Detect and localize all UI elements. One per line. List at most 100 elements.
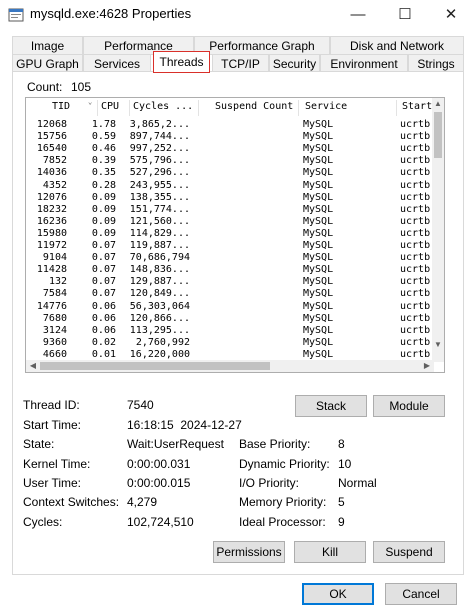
cpu-cell: 0.39 [91, 155, 116, 167]
scroll-up-icon[interactable]: ▲ [432, 99, 444, 108]
column-separator[interactable] [198, 100, 199, 116]
tid-cell: 14776 [36, 300, 67, 312]
stack-button[interactable]: Stack [295, 395, 367, 417]
table-row[interactable]: 9104 0.07 70,686,794 MySQL ucrtb [26, 252, 434, 264]
context-switches-label: Context Switches: [23, 495, 120, 509]
column-header-cycles[interactable]: Cycles ... [133, 101, 193, 112]
tid-cell: 132 [48, 276, 67, 288]
kernel-time-label: Kernel Time: [23, 457, 91, 471]
user-time-label: User Time: [23, 476, 82, 490]
start-cell: ucrtb [400, 167, 431, 179]
column-header-start[interactable]: Start [402, 101, 432, 112]
start-cell: ucrtb [400, 143, 431, 155]
tid-cell: 15980 [36, 227, 67, 239]
cycles-cell: 148,836... [129, 264, 190, 276]
vertical-scrollbar[interactable]: ▲ ▼ [432, 98, 444, 362]
table-row[interactable]: 16540 0.46 997,252... MySQL ucrtb [26, 143, 434, 155]
service-cell: MySQL [303, 312, 334, 324]
table-row[interactable]: 11972 0.07 119,887... MySQL ucrtb [26, 240, 434, 252]
column-header-service[interactable]: Service [305, 101, 347, 112]
table-row[interactable]: 12068 1.78 3,865,2... MySQL ucrtb [26, 119, 434, 131]
vertical-scroll-thumb[interactable] [434, 112, 442, 158]
column-separator[interactable] [97, 100, 98, 116]
suspend-button[interactable]: Suspend [373, 541, 445, 563]
service-cell: MySQL [303, 324, 334, 336]
cancel-button[interactable]: Cancel [385, 583, 457, 605]
table-row[interactable]: 3124 0.06 113,295... MySQL ucrtb [26, 325, 434, 337]
column-header-suspend-count[interactable]: Suspend Count [215, 101, 293, 112]
permissions-button[interactable]: Permissions [213, 541, 285, 563]
table-row[interactable]: 11428 0.07 148,836... MySQL ucrtb [26, 264, 434, 276]
cycles-cell: 120,866... [129, 312, 190, 324]
scroll-down-icon[interactable]: ▼ [432, 340, 444, 349]
tab-threads[interactable]: Threads [153, 51, 210, 73]
cycles-cell: 129,887... [129, 276, 190, 288]
cycles-cell: 120,849... [129, 288, 190, 300]
horizontal-scroll-thumb[interactable] [40, 362, 270, 370]
column-separator[interactable] [129, 100, 130, 116]
column-separator[interactable] [298, 100, 299, 116]
tid-cell: 9360 [42, 336, 67, 348]
start-cell: ucrtb [400, 191, 431, 203]
service-cell: MySQL [303, 191, 334, 203]
cycles-cell: 575,796... [129, 155, 190, 167]
table-row[interactable]: 9360 0.02 2,760,992 MySQL ucrtb [26, 337, 434, 349]
cycles-cell: 121,560... [129, 215, 190, 227]
service-cell: MySQL [303, 143, 334, 155]
threads-list-header: TID ⌄ CPU Cycles ... Suspend Count Servi… [26, 98, 434, 118]
tid-cell: 12068 [36, 119, 67, 130]
close-window-button[interactable]: ✕ [428, 0, 474, 30]
scroll-right-icon[interactable]: ▶ [421, 361, 433, 370]
start-cell: ucrtb [400, 131, 431, 143]
table-row[interactable]: 132 0.07 129,887... MySQL ucrtb [26, 276, 434, 288]
tab-disk-and-network[interactable]: Disk and Network [330, 36, 464, 55]
cycles-value: 102,724,510 [127, 515, 194, 529]
service-cell: MySQL [303, 240, 334, 251]
table-row[interactable]: 15980 0.09 114,829... MySQL ucrtb [26, 228, 434, 240]
column-header-cpu[interactable]: CPU [101, 101, 119, 112]
kill-button[interactable]: Kill [294, 541, 366, 563]
tid-cell: 4352 [42, 179, 67, 191]
minimize-button[interactable]: — [335, 0, 381, 30]
table-row[interactable]: 14036 0.35 527,296... MySQL ucrtb [26, 167, 434, 179]
user-time-value: 0:00:00.015 [127, 476, 191, 490]
module-button[interactable]: Module [373, 395, 445, 417]
table-row[interactable]: 16236 0.09 121,560... MySQL ucrtb [26, 216, 434, 228]
table-row[interactable]: 7584 0.07 120,849... MySQL ucrtb [26, 288, 434, 300]
cycles-cell: 56,303,064 [129, 300, 190, 312]
start-cell: ucrtb [400, 227, 431, 239]
table-row[interactable]: 15756 0.59 897,744... MySQL ucrtb [26, 131, 434, 143]
ok-button[interactable]: OK [302, 583, 374, 605]
threads-list-body: 12068 1.78 3,865,2... MySQL ucrtb 15756 0.59 89… [26, 119, 434, 361]
threads-list[interactable]: TID ⌄ CPU Cycles ... Suspend Count Servi… [25, 97, 445, 373]
column-separator[interactable] [396, 100, 397, 116]
maximize-button[interactable]: ☐ [382, 0, 428, 30]
start-cell: ucrtb [400, 276, 431, 288]
tab-image[interactable]: Image [12, 36, 83, 55]
app-icon [8, 7, 24, 23]
service-cell: MySQL [303, 119, 334, 130]
cycles-cell: 114,829... [129, 227, 190, 239]
service-cell: MySQL [303, 179, 334, 191]
maximize-icon: ☐ [398, 6, 412, 23]
cpu-cell: 0.06 [91, 300, 116, 312]
thread-id-label: Thread ID: [23, 398, 80, 412]
horizontal-scrollbar[interactable]: ◀ ▶ [26, 360, 434, 372]
state-label: State: [23, 437, 55, 451]
table-row[interactable]: 7852 0.39 575,796... MySQL ucrtb [26, 155, 434, 167]
cpu-cell: 0.09 [91, 191, 116, 203]
column-header-tid[interactable]: TID [52, 101, 70, 112]
table-row[interactable]: 18232 0.09 151,774... MySQL ucrtb [26, 204, 434, 216]
start-cell: ucrtb [400, 312, 431, 324]
cpu-cell: 0.35 [91, 167, 116, 179]
table-row[interactable]: 12076 0.09 138,355... MySQL ucrtb [26, 192, 434, 204]
tid-cell: 14036 [36, 167, 67, 179]
scroll-left-icon[interactable]: ◀ [27, 361, 39, 370]
tid-cell: 11972 [36, 240, 67, 251]
table-row[interactable]: 7680 0.06 120,866... MySQL ucrtb [26, 313, 434, 325]
context-switches-value: 4,279 [127, 495, 158, 509]
tid-cell: 18232 [36, 203, 67, 215]
table-row[interactable]: 14776 0.06 56,303,064 MySQL ucrtb [26, 301, 434, 313]
tab-performance-graph[interactable]: Performance Graph [194, 36, 330, 55]
table-row[interactable]: 4352 0.28 243,955... MySQL ucrtb [26, 180, 434, 192]
